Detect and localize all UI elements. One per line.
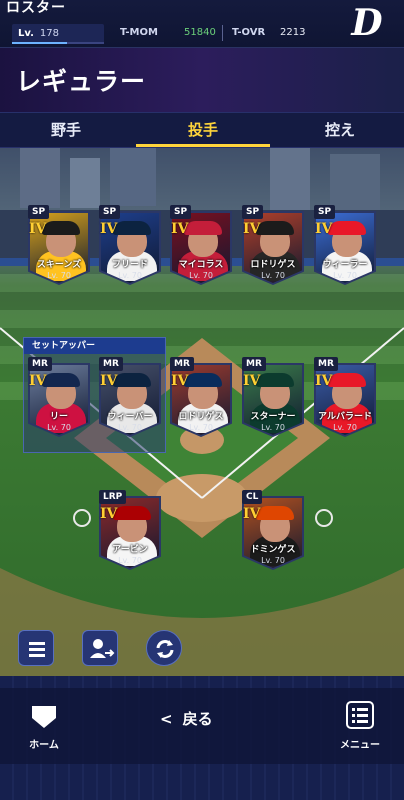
position-badge: MR [28,357,52,371]
rank-badge: IV [315,221,333,237]
position-badge: CL [242,490,263,504]
player-card[interactable]: SP IV フリード Lv. 70 [99,205,161,287]
player-name: ロドリゲス [250,260,296,270]
player-card[interactable]: SP IV ロドリゲス Lv. 70 [242,205,304,287]
player-card[interactable]: MR IV ロドリゲス Lv. 70 [170,357,232,439]
player-name: ドミンゲス [250,545,296,555]
player-level: Lv. 178 [12,24,104,44]
position-badge: MR [314,357,338,371]
level-label: Lv. [18,28,34,39]
auto-assign-button[interactable] [146,630,182,666]
position-badge: SP [170,205,192,219]
position-badge: SP [99,205,121,219]
setup-group-title: セットアッパー [24,338,165,354]
bottom-nav-bar: ホーム < 戻る メニュー [0,676,404,800]
player-level: Lv. 70 [47,423,71,432]
player-card[interactable]: CL IV ドミンゲス Lv. 70 [242,490,304,572]
player-card[interactable]: MR IV ウィーバー Lv. 70 [99,357,161,439]
player-name: アルバラード [318,412,372,422]
rank-badge: IV [171,221,189,237]
rank-badge: IV [100,506,118,522]
rank-badge: IV [100,373,118,389]
player-level: Lv. 70 [261,423,285,432]
rank-badge: IV [171,373,189,389]
player-name: ウィーバー [107,412,153,422]
player-level: Lv. 70 [333,271,357,280]
player-name: フリード [111,260,148,270]
home-label: ホーム [29,740,59,751]
player-level: Lv. 70 [261,556,285,565]
tovr-label: T-OVR [232,27,266,38]
back-button[interactable]: < 戻る [160,708,213,729]
player-card[interactable]: MR IV スターナー Lv. 70 [242,357,304,439]
player-card[interactable]: SP IV マイコラス Lv. 70 [170,205,232,287]
rank-badge: IV [315,373,333,389]
position-badge: MR [242,357,266,371]
player-card[interactable]: SP IV スキーンズ Lv. 70 [28,205,90,287]
player-level: Lv. 70 [333,423,357,432]
team-logo: D [351,2,383,44]
roster-header: レギュラー [0,48,404,112]
position-badge: MR [99,357,123,371]
top-status-bar: ロスター Lv. 178 T-MOM 51840 T-OVR 2213 D [0,0,404,48]
player-name: ウィーラー [322,260,368,270]
lineup-menu-button[interactable] [18,630,54,666]
player-name: アービン [112,545,148,555]
page-title: レギュラー [16,67,147,96]
level-progress-bar [12,42,68,44]
rank-badge: IV [243,221,261,237]
menu-label: メニュー [340,740,380,751]
position-badge: MR [170,357,194,371]
home-button[interactable]: ホーム [20,702,68,751]
chevron-left-icon: < [160,710,173,728]
player-level: Lv. 70 [189,423,213,432]
position-badge: SP [242,205,264,219]
player-card[interactable]: MR IV アルバラード Lv. 70 [314,357,376,439]
rank-badge: IV [29,373,47,389]
tab-pitchers[interactable]: 投手 [136,113,270,149]
tmom-value: 51840 [184,27,216,38]
level-value: 178 [39,28,59,39]
tovr-value: 2213 [280,27,306,38]
ballpark-field: セットアッパー SP IV スキーンズ Lv. 70 SP IV フリード Lv. 70 S… [0,148,404,676]
menu-button[interactable]: メニュー [334,700,386,751]
player-level: Lv. 70 [47,271,71,280]
swap-player-button[interactable] [82,630,118,666]
back-label: 戻る [182,710,213,728]
tmom-label: T-MOM [120,27,158,38]
position-tabs: 野手 投手 控え [0,112,404,148]
player-card[interactable]: MR IV リー Lv. 70 [28,357,90,439]
player-level: Lv. 70 [118,271,142,280]
position-badge: SP [28,205,50,219]
player-card[interactable]: LRP IV アービン Lv. 70 [99,490,161,572]
position-badge: LRP [99,490,127,504]
player-name: マイコラス [178,260,224,270]
player-name: スキーンズ [36,260,82,270]
rank-badge: IV [100,221,118,237]
player-name: リー [49,412,68,422]
swap-player-icon [90,639,115,658]
player-level: Lv. 70 [261,271,285,280]
player-level: Lv. 70 [189,271,213,280]
tab-bench[interactable]: 控え [300,113,380,149]
player-card[interactable]: SP IV ウィーラー Lv. 70 [314,205,376,287]
list-menu-icon [346,701,374,729]
player-name: ロドリゲス [178,412,224,422]
rank-badge: IV [29,221,47,237]
rank-badge: IV [243,373,261,389]
menu-icon [29,642,45,657]
player-level: Lv. 70 [118,423,142,432]
screen-title: ロスター [6,0,66,16]
home-plate-icon [32,706,56,728]
tab-fielders[interactable]: 野手 [26,113,106,149]
rank-badge: IV [243,506,261,522]
player-level: Lv. 70 [118,556,142,565]
player-name: スターナー [250,412,296,422]
refresh-icon [156,640,174,658]
position-badge: SP [314,205,336,219]
